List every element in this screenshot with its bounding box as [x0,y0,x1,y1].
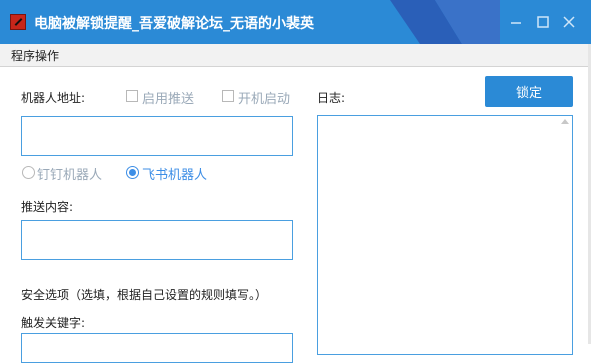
dingtalk-robot-label[interactable]: 钉钉机器人 [37,164,102,183]
dingtalk-robot-radio[interactable] [22,166,35,179]
minimize-icon[interactable] [508,14,524,30]
feishu-robot-radio[interactable] [126,166,139,179]
autostart-label[interactable]: 开机启动 [238,88,290,107]
autostart-checkbox[interactable] [222,90,234,102]
maximize-icon[interactable] [535,14,551,30]
robot-address-label: 机器人地址: [21,91,86,105]
enable-push-label[interactable]: 启用推送 [142,88,194,107]
feishu-robot-label[interactable]: 飞书机器人 [142,164,207,183]
security-options-label: 安全选项（选填，根据自己设置的规则填写。） [21,288,268,302]
app-icon [10,14,26,30]
window-title: 电脑被解锁提醒_吾爱破解论坛_无语的小裴英 [34,16,314,32]
trigger-keyword-label: 触发关键字: [21,316,86,330]
trigger-keyword-input[interactable] [21,333,293,363]
close-icon[interactable] [561,14,577,30]
push-content-input[interactable] [21,220,293,260]
title-bar-decoration [390,0,500,44]
menu-bar: 程序操作 [0,44,591,67]
push-content-label: 推送内容: [21,200,74,214]
title-bar[interactable]: 电脑被解锁提醒_吾爱破解论坛_无语的小裴英 [0,0,591,44]
lock-button[interactable]: 锁定 [485,76,573,107]
menu-item-program[interactable]: 程序操作 [11,47,59,64]
log-label: 日志: [317,91,346,105]
log-textarea[interactable] [317,115,573,355]
robot-address-input[interactable] [21,116,293,156]
scroll-up-arrow-icon[interactable] [561,119,569,124]
enable-push-checkbox[interactable] [126,90,138,102]
